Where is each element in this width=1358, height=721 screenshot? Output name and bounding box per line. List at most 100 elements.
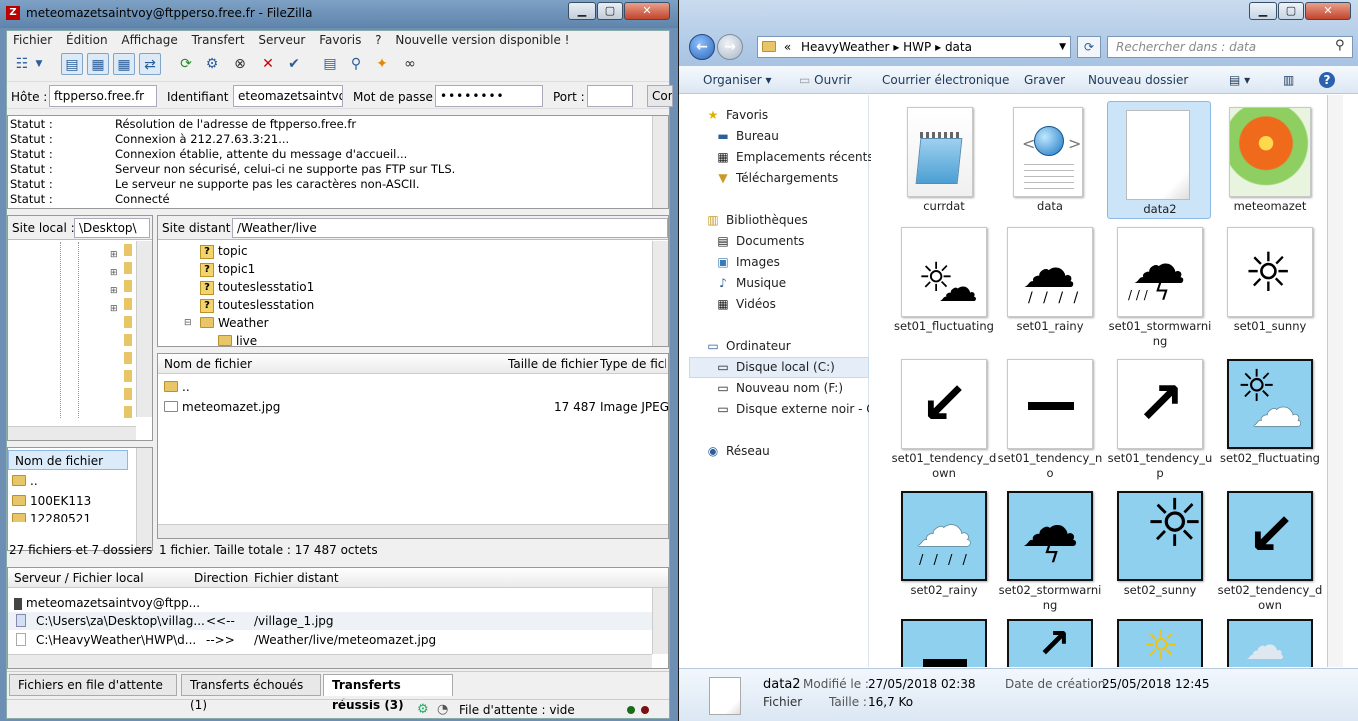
nav-recent[interactable]: ▦ Emplacements récents [715, 148, 873, 166]
breadcrumb-item[interactable]: HeavyWeather [801, 40, 890, 54]
refresh-button[interactable]: ⟳ [1077, 36, 1101, 58]
address-bar[interactable]: « HeavyWeather ▸ HWP ▸ data ▼ [757, 36, 1071, 58]
user-input[interactable]: eteomazetsaintvoy [233, 85, 343, 107]
tab-successful[interactable]: Transferts réussis (3) [323, 674, 453, 712]
help-icon[interactable]: ? [1319, 72, 1335, 88]
menu-edition[interactable]: Édition [66, 31, 108, 49]
queue-row[interactable]: C:\HeavyWeather\HWP\d... -->> /Weather/l… [8, 631, 652, 649]
queue-hscrollbar[interactable] [8, 654, 652, 668]
file-tile[interactable]: < > data [997, 99, 1103, 219]
minimize-button[interactable]: ▁ [1249, 2, 1277, 20]
remote-col-type[interactable]: Type de fichi [600, 354, 666, 374]
nav-external-drive[interactable]: ▭Disque externe noir - Cyri [715, 400, 869, 418]
local-site-dropdown[interactable]: \Desktop\ [74, 218, 150, 238]
toggle-remote-tree-icon[interactable]: ▦ [113, 53, 135, 75]
reconnect-icon[interactable]: ✔ [283, 53, 305, 75]
file-tile[interactable]: ☁ ϟ set02_stormwarning [997, 483, 1103, 613]
menu-favoris[interactable]: Favoris [319, 31, 361, 49]
queue-col-direction[interactable]: Direction [194, 568, 248, 588]
forward-button[interactable]: → [717, 34, 743, 60]
email-button[interactable]: Courrier électronique [882, 73, 1009, 87]
menu-serveur[interactable]: Serveur [258, 31, 305, 49]
queue-row[interactable]: C:\Users\za\Desktop\villag... <<-- /vill… [8, 612, 652, 630]
compare-icon[interactable]: ⚲ [345, 53, 367, 75]
remote-tree-item[interactable]: Weather [200, 314, 269, 332]
view-options-icon[interactable]: ▤ ▾ [1229, 73, 1250, 87]
host-input[interactable]: ftpperso.free.fr [49, 85, 157, 107]
dropdown-arrow-icon[interactable]: ▼ [33, 53, 45, 75]
file-tile[interactable]: data2 [1107, 101, 1211, 219]
local-tree-scrollbar[interactable] [136, 241, 152, 417]
new-folder-button[interactable]: Nouveau dossier [1088, 73, 1188, 87]
file-tile[interactable]: ↗ set01_tendency_up [1107, 351, 1213, 481]
tab-queued[interactable]: Fichiers en file d'attente [9, 674, 177, 696]
file-tile[interactable]: ☁ / / / / set02_rainy [891, 483, 997, 613]
burn-button[interactable]: Graver [1024, 73, 1065, 87]
minimize-button[interactable]: ▁ [568, 2, 596, 20]
nav-music[interactable]: ♪ Musique [715, 274, 786, 292]
file-tile[interactable]: ☼ set02_sunny [1107, 483, 1213, 613]
breadcrumb-overflow[interactable]: « [784, 40, 791, 54]
toggle-local-tree-icon[interactable]: ▦ [87, 53, 109, 75]
quickconnect-button[interactable]: Con [647, 85, 673, 107]
remote-tree-item[interactable]: ? topic1 [200, 260, 255, 278]
collapse-icon[interactable]: ⊟ [184, 314, 192, 332]
remote-tree-item[interactable]: ? touteslesstatio1 [200, 278, 314, 296]
process-queue-icon[interactable]: ⚙ [201, 53, 223, 75]
nav-desktop[interactable]: ▬ Bureau [715, 127, 779, 145]
remote-site-dropdown[interactable]: /Weather/live [232, 218, 668, 238]
remote-col-name[interactable]: Nom de fichier [164, 354, 252, 374]
remote-tree-item[interactable]: live [218, 332, 257, 346]
chevron-down-icon[interactable]: ▼ [1059, 37, 1066, 57]
log-scrollbar[interactable] [652, 116, 668, 208]
file-tile[interactable]: meteomazet [1217, 99, 1323, 219]
menu-transfert[interactable]: Transfert [192, 31, 245, 49]
queue-scrollbar[interactable] [652, 588, 668, 654]
local-col-name[interactable]: Nom de fichier [15, 451, 103, 471]
breadcrumb-item[interactable]: HWP [903, 40, 931, 54]
queue-col-local[interactable]: Serveur / Fichier local [14, 568, 144, 588]
preview-pane-icon[interactable]: ▥ [1283, 73, 1294, 87]
nav-drive-f[interactable]: ▭ Nouveau nom (F:) [715, 379, 843, 397]
queue-server-row[interactable]: meteomazetsaintvoy@ftpp... [14, 596, 200, 610]
local-tree-hscrollbar[interactable] [8, 426, 136, 440]
list-item[interactable]: .. [12, 474, 38, 488]
remote-tree-item[interactable]: ? touteslesstation [200, 296, 314, 314]
nav-favorites[interactable]: ★ Favoris [705, 106, 769, 124]
remote-tree-item[interactable]: ? topic [200, 242, 248, 260]
disconnect-icon[interactable]: ✕ [257, 53, 279, 75]
file-tile[interactable]: ☁ / / / / set01_rainy [997, 219, 1103, 349]
search-icon[interactable]: ∞ [399, 53, 421, 75]
menu-help[interactable]: ? [375, 31, 381, 49]
maximize-button[interactable]: ▢ [1278, 2, 1304, 20]
close-button[interactable]: ✕ [624, 2, 670, 20]
table-row[interactable]: .. [164, 380, 190, 394]
open-button[interactable]: ▭ Ouvrir [799, 73, 852, 87]
remote-list-hscrollbar[interactable] [158, 524, 668, 538]
password-input[interactable]: •••••••• [435, 85, 543, 107]
toggle-log-icon[interactable]: ▤ [61, 53, 83, 75]
menu-affichage[interactable]: Affichage [121, 31, 177, 49]
refresh-icon[interactable]: ⟳ [175, 53, 197, 75]
organize-button[interactable]: Organiser ▾ [703, 73, 772, 87]
list-item[interactable]: 100EK113 [12, 494, 91, 508]
file-tile[interactable]: currdat [891, 99, 997, 219]
site-manager-icon[interactable]: ☷ [11, 53, 33, 75]
file-thumbnail-partial[interactable] [901, 619, 987, 667]
search-icon[interactable]: ⚲ [1335, 38, 1345, 53]
file-thumbnail-partial[interactable]: ☼ [1117, 619, 1203, 667]
breadcrumb-item[interactable]: data [945, 40, 972, 54]
grid-scrollbar[interactable] [1327, 95, 1343, 667]
maximize-button[interactable]: ▢ [597, 2, 623, 20]
file-tile[interactable]: set01_tendency_no [997, 351, 1103, 481]
nav-documents[interactable]: ▤ Documents [715, 232, 804, 250]
file-tile[interactable]: ☼ set01_sunny [1217, 219, 1323, 349]
tab-failed[interactable]: Transferts échoués (1) [181, 674, 321, 712]
local-list-scrollbar[interactable] [136, 448, 152, 550]
file-tile[interactable]: ☁ ϟ / / / set01_stormwarning [1107, 219, 1213, 349]
nav-local-disk[interactable]: ▭ Disque local (C:) [715, 358, 834, 376]
close-button[interactable]: ✕ [1305, 2, 1351, 20]
speed-limit-icon[interactable]: ◔ [437, 702, 448, 717]
queue-col-remote[interactable]: Fichier distant [254, 568, 339, 588]
file-thumbnail-partial[interactable]: ☁ [1227, 619, 1313, 667]
